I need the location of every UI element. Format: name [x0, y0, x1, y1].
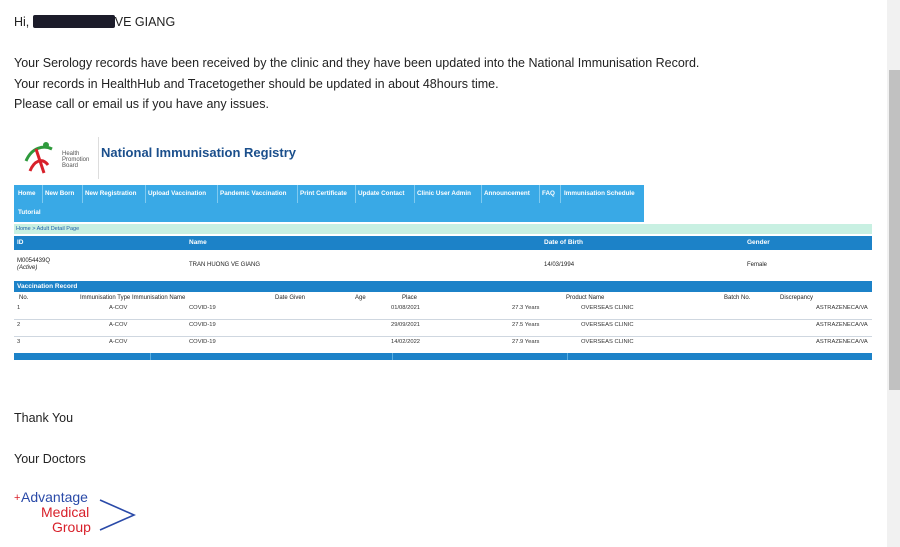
col-id: ID: [17, 239, 24, 246]
registry-screenshot: Health Promotion Board National Immunisa…: [14, 133, 872, 361]
nav-print-certificate: Print Certificate: [300, 190, 347, 197]
col-gender: Gender: [747, 239, 770, 246]
registry-title: National Immunisation Registry: [101, 145, 297, 160]
patient-status: (Active): [17, 265, 38, 271]
vaccination-record-title: Vaccination Record: [14, 281, 872, 292]
patient-table-header: ID Name Date of Birth Gender: [14, 236, 872, 250]
redacted-name: [32, 15, 115, 28]
nav-separator: [481, 185, 482, 203]
record-type: A-COV: [109, 322, 128, 328]
record-no: 3: [17, 339, 21, 345]
amg-logo-line3: Group: [52, 519, 91, 535]
message-line-3: Please call or email us if you have any …: [14, 97, 269, 111]
nav-announcement: Announcement: [484, 190, 530, 197]
nav-separator: [42, 185, 43, 203]
nav-clinic-user-admin: Clinic User Admin: [417, 190, 472, 197]
registry-footer-bar: [14, 353, 872, 360]
amg-logo-line1: Advantage: [21, 489, 88, 505]
nav-separator: [539, 185, 540, 203]
col-immunisation-type: Immunisation Type: [80, 295, 131, 301]
patient-row: M0054439Q (Active) TRAN HUONG VE GIANG 1…: [14, 253, 872, 277]
record-no: 2: [17, 322, 21, 328]
amg-logo-graphic: + Advantage Medical Group: [14, 489, 136, 535]
patient-id: M0054439Q: [17, 258, 51, 264]
registry-nav-fill: [644, 185, 872, 203]
col-name: Name: [189, 239, 207, 246]
record-date: 14/02/2022: [391, 339, 421, 345]
nav-immunisation-schedule: Immunisation Schedule: [564, 190, 635, 197]
nav-tutorial: Tutorial: [18, 209, 41, 216]
col-dob: Date of Birth: [544, 239, 583, 246]
footer-separator: [150, 353, 151, 360]
greeting: Hi, VE GIANG: [14, 15, 175, 29]
amg-chevron-icon: [99, 499, 136, 531]
greeting-prefix: Hi,: [14, 15, 33, 29]
record-date: 29/09/2021: [391, 322, 421, 328]
col-date-given: Date Given: [275, 295, 306, 301]
breadcrumb: Home > Adult Detail Page: [14, 224, 872, 234]
nav-home: Home: [18, 190, 36, 197]
message-line-1: Your Serology records have been received…: [14, 56, 700, 70]
message-line-2: Your records in HealthHub and Tracetoget…: [14, 77, 499, 91]
record-age: 27.5 Years: [512, 322, 540, 328]
advantage-medical-group-logo: + Advantage Medical Group: [14, 488, 139, 536]
hpb-figure-icon: [24, 142, 53, 174]
record-age: 27.9 Years: [512, 339, 540, 345]
greeting-suffix: VE GIANG: [114, 15, 176, 29]
nav-update-contact: Update Contact: [358, 190, 405, 197]
record-age: 27.3 Years: [512, 305, 540, 311]
nav-pandemic-vaccination: Pandemic Vaccination: [220, 190, 287, 197]
record-type: A-COV: [109, 305, 128, 311]
record-name: COVID-19: [189, 322, 216, 328]
record-date: 01/08/2021: [391, 305, 421, 311]
nav-separator: [82, 185, 83, 203]
record-no: 1: [17, 305, 21, 311]
vaccination-row: 1 A-COV COVID-19 01/08/2021 27.3 Years O…: [14, 303, 872, 320]
record-product: ASTRAZENECA/VA: [816, 339, 868, 345]
nav-new-born: New Born: [45, 190, 75, 197]
record-name: COVID-19: [189, 305, 216, 311]
vaccination-row: 3 A-COV COVID-19 14/02/2022 27.9 Years O…: [14, 337, 872, 354]
col-place: Place: [402, 295, 418, 301]
hpb-logo: Health Promotion Board: [20, 137, 99, 179]
record-place: OVERSEAS CLINIC: [581, 305, 634, 311]
scrollbar-thumb[interactable]: [889, 70, 900, 390]
col-immunisation-name: Immunisation Name: [132, 295, 186, 301]
record-product: ASTRAZENECA/VA: [816, 322, 868, 328]
registry-header: Health Promotion Board National Immunisa…: [14, 133, 872, 186]
patient-gender: Female: [747, 262, 768, 268]
record-type: A-COV: [109, 339, 128, 345]
thank-you-text: Thank You: [14, 411, 74, 425]
patient-name: TRAN HUONG VE GIANG: [189, 262, 261, 268]
footer-separator: [567, 353, 568, 360]
col-discrepancy: Discrepancy: [780, 295, 814, 301]
vaccination-table-header: No. Immunisation Type Immunisation Name …: [14, 294, 872, 303]
nav-separator: [145, 185, 146, 203]
col-no: No.: [19, 295, 29, 301]
amg-logo-plus: +: [14, 492, 20, 504]
nav-faq: FAQ: [542, 190, 555, 197]
vaccination-row: 2 A-COV COVID-19 29/09/2021 27.5 Years O…: [14, 320, 872, 337]
hpb-logo-text: Health Promotion Board: [62, 151, 90, 169]
record-product: ASTRAZENECA/VA: [816, 305, 868, 311]
col-batch-no: Batch No.: [724, 295, 751, 301]
signoff-text: Your Doctors: [14, 452, 86, 466]
record-place: OVERSEAS CLINIC: [581, 322, 634, 328]
nav-separator: [217, 185, 218, 203]
amg-logo-line2: Medical: [41, 504, 89, 520]
patient-dob: 14/03/1994: [544, 262, 575, 268]
col-product-name: Product Name: [566, 295, 605, 301]
nav-separator: [297, 185, 298, 203]
col-age: Age: [355, 295, 366, 301]
nav-new-registration: New Registration: [85, 190, 137, 197]
nav-separator: [560, 185, 561, 203]
record-place: OVERSEAS CLINIC: [581, 339, 634, 345]
nav-separator: [355, 185, 356, 203]
nav-upload-vaccination: Upload Vaccination: [148, 190, 207, 197]
nav-separator: [414, 185, 415, 203]
footer-separator: [392, 353, 393, 360]
record-name: COVID-19: [189, 339, 216, 345]
